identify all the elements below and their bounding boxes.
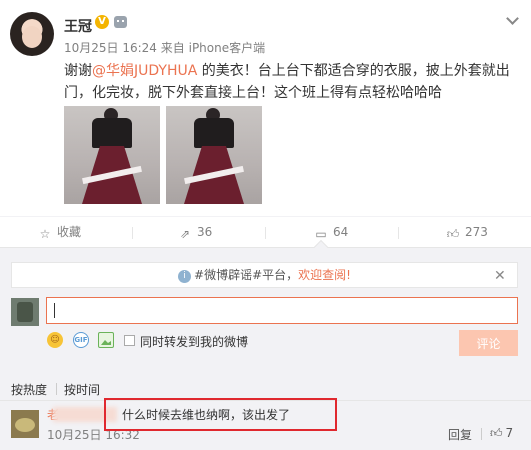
comment-like-button[interactable]: 👍︎ 7 <box>490 426 513 441</box>
post-source[interactable]: iPhone客户端 <box>189 41 266 55</box>
image-figure-top <box>92 118 132 148</box>
like-count: 273 <box>465 225 488 239</box>
mention-link[interactable]: @华娟JUDYHUA <box>92 63 197 79</box>
author-name[interactable]: 王冠 <box>64 16 92 36</box>
divider <box>398 227 399 239</box>
gif-icon[interactable]: GIF <box>73 332 89 348</box>
comment-like-count: 7 <box>505 426 514 440</box>
post-meta: 10月25日 16:24 来自 iPhone客户端 <box>64 39 265 56</box>
source-prefix: 来自 <box>160 41 185 55</box>
thumbs-up-icon: 👍︎ <box>446 227 460 241</box>
sort-bar: 按热度 按时间 <box>0 373 531 401</box>
submit-comment-button[interactable]: 评论 <box>459 330 518 356</box>
favorite-label: 收藏 <box>57 225 82 239</box>
my-avatar <box>11 298 39 326</box>
sort-tab-time[interactable]: 按时间 <box>64 381 100 398</box>
post-image[interactable] <box>64 106 160 204</box>
verified-badge-icon: V <box>95 15 109 29</box>
comments-panel: i #微博辟谣#平台，欢迎查阅! ✕ ☺ GIF 同时转发到我的微博 评论 按热度… <box>0 247 531 450</box>
post-image[interactable] <box>166 106 262 204</box>
emoji-icon[interactable]: ☺ <box>47 332 63 348</box>
post-time[interactable]: 10月25日 16:24 <box>64 41 157 55</box>
comment-icon: ▭ <box>315 227 327 241</box>
action-bar: ☆ 收藏 ⇗ 36 ▭ 64 👍︎ 273 <box>0 216 531 246</box>
divider <box>132 227 133 239</box>
thumbs-up-icon: 👍︎ <box>490 426 503 440</box>
favorite-button[interactable]: ☆ 收藏 <box>38 224 82 241</box>
rumor-notice: i #微博辟谣#平台，欢迎查阅! <box>11 262 518 288</box>
divider <box>265 227 266 239</box>
repost-count: 36 <box>197 225 213 239</box>
close-icon[interactable]: ✕ <box>494 269 506 283</box>
image-figure-top <box>194 118 234 148</box>
like-button[interactable]: 👍︎ 273 <box>446 224 488 241</box>
author-avatar[interactable] <box>10 12 54 56</box>
post-text: 谢谢@华娟JUDYHUA 的美衣！台上台下都适合穿的衣服，披上外套就出门，化完妆… <box>64 60 519 104</box>
divider <box>481 428 482 440</box>
image-icon[interactable] <box>98 332 114 348</box>
text-cursor <box>54 303 55 318</box>
chevron-down-icon[interactable] <box>506 12 519 25</box>
notice-tag[interactable]: #微博辟谣#平台， <box>194 268 298 282</box>
divider <box>56 383 57 395</box>
commenter-avatar[interactable] <box>11 410 39 438</box>
repost-button[interactable]: ⇗ 36 <box>178 224 213 241</box>
reply-button[interactable]: 回复 <box>448 426 472 443</box>
info-icon: i <box>178 270 192 283</box>
star-icon: ☆ <box>39 227 51 241</box>
notice-link[interactable]: 欢迎查阅! <box>298 268 351 282</box>
sort-tab-hot[interactable]: 按热度 <box>11 381 47 398</box>
repost-icon: ⇗ <box>179 227 191 241</box>
comment-button[interactable]: ▭ 64 <box>314 224 349 241</box>
repost-checkbox[interactable] <box>124 335 135 346</box>
comment-input[interactable] <box>46 297 518 324</box>
comment-count: 64 <box>333 225 349 239</box>
post-text-before: 谢谢 <box>64 63 92 79</box>
repost-checkbox-label[interactable]: 同时转发到我的微博 <box>140 333 248 350</box>
robot-icon <box>114 16 127 28</box>
highlight-box <box>104 398 337 431</box>
